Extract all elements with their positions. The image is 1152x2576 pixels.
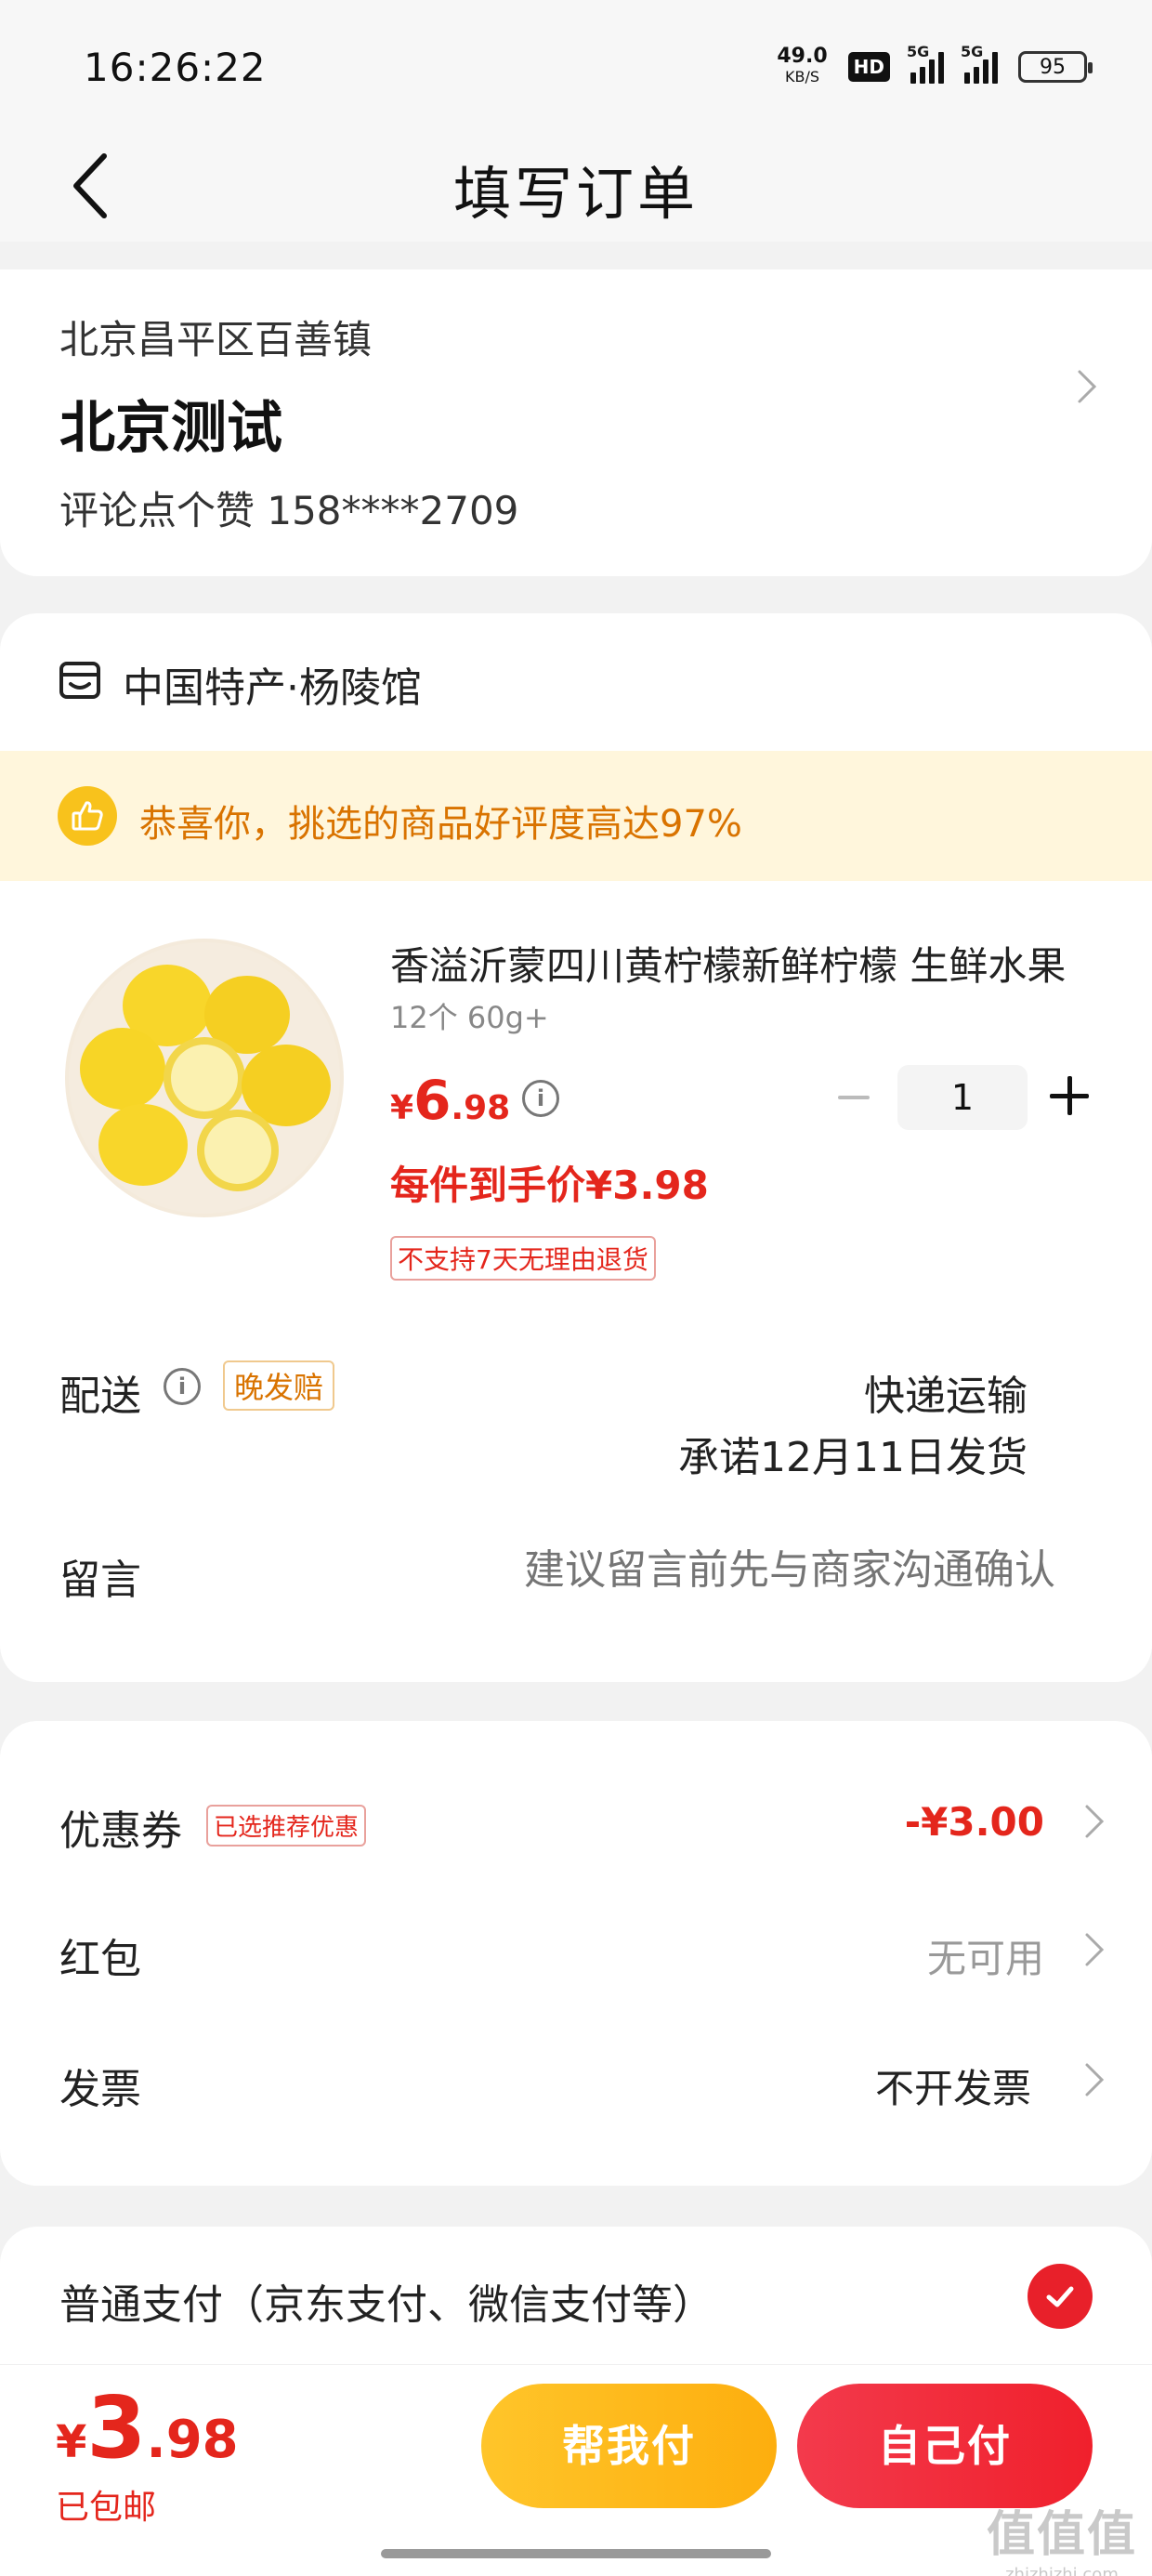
coupon-recommended-tag: 已选推荐优惠 — [206, 1805, 367, 1847]
home-indicator[interactable] — [381, 2549, 771, 2558]
status-time: 16:26:22 — [84, 45, 267, 90]
coupon-label: 优惠券 — [59, 1807, 182, 1855]
shipping-method[interactable]: 快递运输 — [864, 1362, 1028, 1422]
shop-order-card: 中国特产·杨陵馆 恭喜你，挑选的商品好评度高达97% 香溢沂蒙四川黄柠檬新鲜柠檬… — [0, 613, 1152, 1682]
discount-card: 优惠券 已选推荐优惠 -¥3.00 红包 无可用 发票 不开发票 — [0, 1721, 1152, 2186]
product-price: ¥6.98 — [390, 1069, 511, 1132]
note-label: 留言 — [59, 1557, 141, 1604]
total-price: ¥3.98 — [56, 2378, 239, 2477]
info-icon[interactable]: i — [522, 1080, 559, 1117]
check-icon[interactable] — [1028, 2264, 1093, 2329]
battery-icon: 95 — [1018, 51, 1093, 83]
praise-banner: 恭喜你，挑选的商品好评度高达97% — [0, 751, 1152, 881]
delivery-label: 配送 — [59, 1373, 141, 1420]
quantity-minus-button[interactable] — [834, 1078, 873, 1117]
late-delivery-tag: 晚发赔 — [223, 1360, 335, 1411]
red-packet-value: 无可用 — [926, 1936, 1044, 1981]
address-region: 北京昌平区百善镇 — [59, 317, 373, 362]
quantity-input[interactable]: 1 — [897, 1065, 1028, 1130]
status-bar: 16:26:22 49.0 KB/S HD 5G 5G 95 — [0, 0, 1152, 130]
chevron-right-icon — [1083, 2061, 1106, 2098]
product-spec: 12个 60g+ — [390, 1000, 549, 1035]
chevron-right-icon — [1083, 1931, 1106, 1968]
note-input[interactable] — [424, 1546, 1055, 1594]
signal-icon-2: 5G — [961, 43, 998, 84]
chevron-right-icon — [1083, 1803, 1106, 1840]
address-card[interactable]: 北京昌平区百善镇 北京测试 评论点个赞 158****2709 — [0, 269, 1152, 576]
quantity-plus-button[interactable] — [1050, 1076, 1089, 1115]
store-icon — [58, 658, 102, 703]
free-shipping-note: 已包邮 — [56, 2489, 157, 2527]
network-speed: 49.0 KB/S — [777, 45, 828, 86]
page-title: 填写订单 — [452, 160, 699, 228]
address-name: 北京测试 — [59, 396, 282, 461]
signal-icon-1: 5G — [907, 43, 944, 84]
shop-name[interactable]: 中国特产·杨陵馆 — [123, 654, 422, 714]
product-title[interactable]: 香溢沂蒙四川黄柠檬新鲜柠檬 生鲜水果 — [390, 935, 1096, 992]
hd-voice-icon: HD — [847, 52, 890, 82]
address-contact: 评论点个赞 158****2709 — [59, 488, 519, 533]
checkout-bar: ¥3.98 已包邮 帮我付 自己付 值值值 zhizhizhi.com — [0, 2364, 1152, 2576]
chevron-right-icon — [1076, 368, 1098, 405]
nav-bar: 填写订单 — [0, 130, 1152, 242]
invoice-label: 发票 — [59, 2066, 141, 2113]
watermark-logo: 值值值 zhizhizhi.com — [986, 2507, 1137, 2576]
return-policy-tag: 不支持7天无理由退货 — [390, 1236, 656, 1281]
product-image[interactable] — [65, 939, 344, 1217]
unit-final-price: 每件到手价¥3.98 — [390, 1163, 709, 1208]
coupon-value: -¥3.00 — [904, 1799, 1044, 1845]
shipping-promise: 承诺12月11日发货 — [678, 1434, 1028, 1481]
red-packet-label: 红包 — [59, 1936, 141, 1983]
praise-text: 恭喜你，挑选的商品好评度高达97% — [139, 803, 742, 846]
status-icons: 49.0 KB/S HD 5G 5G 95 — [777, 43, 1093, 87]
help-pay-button[interactable]: 帮我付 — [481, 2384, 777, 2508]
self-pay-button[interactable]: 自己付 — [797, 2384, 1093, 2508]
thumbs-up-icon — [58, 786, 117, 846]
invoice-value: 不开发票 — [874, 2066, 1031, 2111]
delivery-info-icon[interactable]: i — [164, 1368, 201, 1405]
payment-method-label[interactable]: 普通支付（京东支付、微信支付等） — [59, 2271, 713, 2331]
